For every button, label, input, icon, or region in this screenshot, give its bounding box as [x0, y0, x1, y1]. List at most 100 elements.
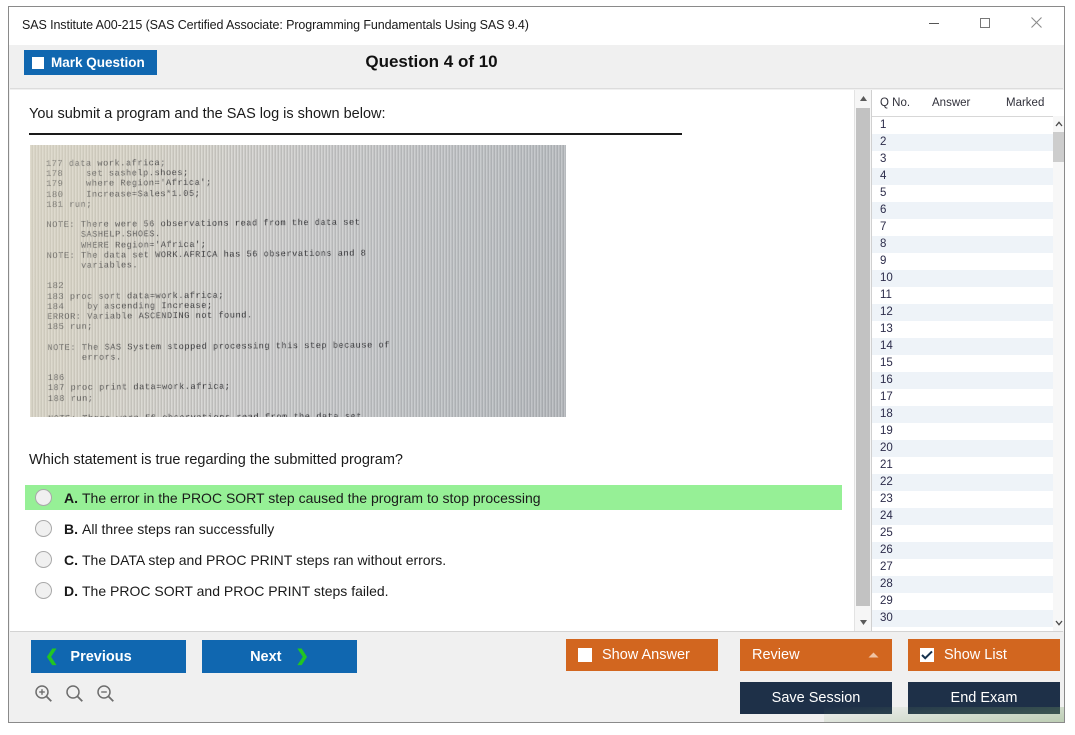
- review-dropdown-button[interactable]: Review: [740, 639, 892, 671]
- show-list-label: Show List: [944, 647, 1007, 663]
- zoom-reset-icon[interactable]: [65, 684, 84, 708]
- question-list-row[interactable]: 22: [872, 474, 1065, 491]
- question-list-row[interactable]: 21: [872, 457, 1065, 474]
- question-list-row-number: 4: [880, 168, 886, 185]
- radio-icon-c[interactable]: [35, 551, 52, 568]
- end-exam-label: End Exam: [951, 690, 1018, 706]
- question-list-row-number: 28: [880, 576, 893, 593]
- prompt-divider: [29, 133, 682, 135]
- question-list-panel: Q No. Answer Marked 12345678910111213141…: [871, 90, 1065, 631]
- question-list-row[interactable]: 24: [872, 508, 1065, 525]
- question-list-row-number: 29: [880, 593, 893, 610]
- show-list-checkbox-icon: [920, 648, 934, 662]
- question-list-row[interactable]: 14: [872, 338, 1065, 355]
- zoom-in-icon[interactable]: [34, 684, 53, 708]
- app-screenshot: SAS Institute A00-215 (SAS Certified Ass…: [0, 0, 1075, 735]
- question-list-row[interactable]: 5: [872, 185, 1065, 202]
- question-list-row-number: 13: [880, 321, 893, 338]
- question-list-row[interactable]: 1: [872, 117, 1065, 134]
- question-list-row-number: 2: [880, 134, 886, 151]
- zoom-out-icon[interactable]: [96, 684, 115, 708]
- column-header-marked: Marked: [1006, 97, 1044, 109]
- question-list-row-number: 20: [880, 440, 893, 457]
- question-list-header: Q No. Answer Marked: [872, 90, 1065, 117]
- question-list-row[interactable]: 12: [872, 304, 1065, 321]
- list-scroll-down-icon[interactable]: [1053, 616, 1065, 630]
- previous-button[interactable]: ❮ Previous: [31, 640, 186, 673]
- scroll-down-icon[interactable]: [855, 614, 871, 631]
- question-list-row[interactable]: 19: [872, 423, 1065, 440]
- sas-log-image: 177 data work.africa; 178 set sashelp.sh…: [30, 145, 566, 417]
- column-header-q-no: Q No.: [880, 97, 910, 109]
- close-icon[interactable]: [1013, 7, 1059, 38]
- answer-letter-d: D.: [64, 583, 78, 599]
- question-list-row[interactable]: 3: [872, 151, 1065, 168]
- minimize-icon[interactable]: [911, 7, 957, 38]
- question-list-row[interactable]: 10: [872, 270, 1065, 287]
- scroll-up-icon[interactable]: [855, 90, 871, 107]
- question-list-row-number: 3: [880, 151, 886, 168]
- question-counter: Question 4 of 10: [10, 52, 1063, 72]
- question-list-row[interactable]: 30: [872, 610, 1065, 627]
- save-session-label: Save Session: [772, 690, 861, 706]
- question-list-row[interactable]: 29: [872, 593, 1065, 610]
- question-list-row[interactable]: 25: [872, 525, 1065, 542]
- question-list-row-number: 22: [880, 474, 893, 491]
- list-scroll-up-icon[interactable]: [1053, 117, 1065, 131]
- answer-option-b[interactable]: B.All three steps ran successfully: [25, 516, 842, 541]
- question-list-row[interactable]: 26: [872, 542, 1065, 559]
- content-scrollbar[interactable]: [854, 90, 871, 631]
- question-list-row[interactable]: 27: [872, 559, 1065, 576]
- question-list-scrollbar[interactable]: [1053, 116, 1065, 631]
- question-list-row[interactable]: 8: [872, 236, 1065, 253]
- header-bar: Mark Question Question 4 of 10: [10, 45, 1063, 89]
- question-list-row-number: 11: [880, 287, 892, 304]
- question-list-rows: 1234567891011121314151617181920212223242…: [872, 117, 1065, 631]
- list-scrollbar-thumb[interactable]: [1053, 132, 1065, 162]
- question-list-row[interactable]: 17: [872, 389, 1065, 406]
- question-list-row-number: 16: [880, 372, 893, 389]
- end-exam-button[interactable]: End Exam: [908, 682, 1060, 714]
- question-list-row[interactable]: 16: [872, 372, 1065, 389]
- question-list-row[interactable]: 23: [872, 491, 1065, 508]
- question-list-row-number: 6: [880, 202, 886, 219]
- window-title: SAS Institute A00-215 (SAS Certified Ass…: [22, 18, 529, 32]
- question-list-row-number: 19: [880, 423, 893, 440]
- question-list-row[interactable]: 15: [872, 355, 1065, 372]
- answer-body-b: All three steps ran successfully: [82, 521, 274, 537]
- question-list-row-number: 24: [880, 508, 893, 525]
- answer-option-c[interactable]: C.The DATA step and PROC PRINT steps ran…: [25, 547, 842, 572]
- radio-icon-b[interactable]: [35, 520, 52, 537]
- question-list-row[interactable]: 28: [872, 576, 1065, 593]
- question-list-row-number: 5: [880, 185, 886, 202]
- next-button[interactable]: Next ❯: [202, 640, 357, 673]
- question-content-area: You submit a program and the SAS log is …: [10, 90, 854, 631]
- footer-toolbar: ❮ Previous Next ❯: [10, 631, 1063, 721]
- question-list-row[interactable]: 9: [872, 253, 1065, 270]
- radio-icon-d[interactable]: [35, 582, 52, 599]
- column-header-answer: Answer: [932, 97, 970, 109]
- show-list-button[interactable]: Show List: [908, 639, 1060, 671]
- question-list-row-number: 17: [880, 389, 893, 406]
- zoom-toolbar: [34, 684, 115, 708]
- answer-option-a[interactable]: A.The error in the PROC SORT step caused…: [25, 485, 842, 510]
- answer-option-a-text: A.The error in the PROC SORT step caused…: [64, 490, 541, 506]
- answer-option-c-text: C.The DATA step and PROC PRINT steps ran…: [64, 552, 446, 568]
- question-list-row[interactable]: 11: [872, 287, 1065, 304]
- radio-icon-a[interactable]: [35, 489, 52, 506]
- question-prompt: You submit a program and the SAS log is …: [29, 106, 386, 122]
- answer-option-d[interactable]: D.The PROC SORT and PROC PRINT steps fai…: [25, 578, 842, 603]
- question-list-row[interactable]: 20: [872, 440, 1065, 457]
- save-session-button[interactable]: Save Session: [740, 682, 892, 714]
- question-list-row[interactable]: 4: [872, 168, 1065, 185]
- question-list-row-number: 14: [880, 338, 893, 355]
- question-list-row[interactable]: 6: [872, 202, 1065, 219]
- show-answer-button[interactable]: Show Answer: [566, 639, 718, 671]
- question-list-row[interactable]: 13: [872, 321, 1065, 338]
- question-list-row[interactable]: 7: [872, 219, 1065, 236]
- question-list-row[interactable]: 18: [872, 406, 1065, 423]
- content-scrollbar-thumb[interactable]: [856, 108, 870, 606]
- question-list-row[interactable]: 2: [872, 134, 1065, 151]
- sas-log-text: 177 data work.africa; 178 set sashelp.sh…: [46, 156, 391, 417]
- maximize-icon[interactable]: [962, 7, 1008, 38]
